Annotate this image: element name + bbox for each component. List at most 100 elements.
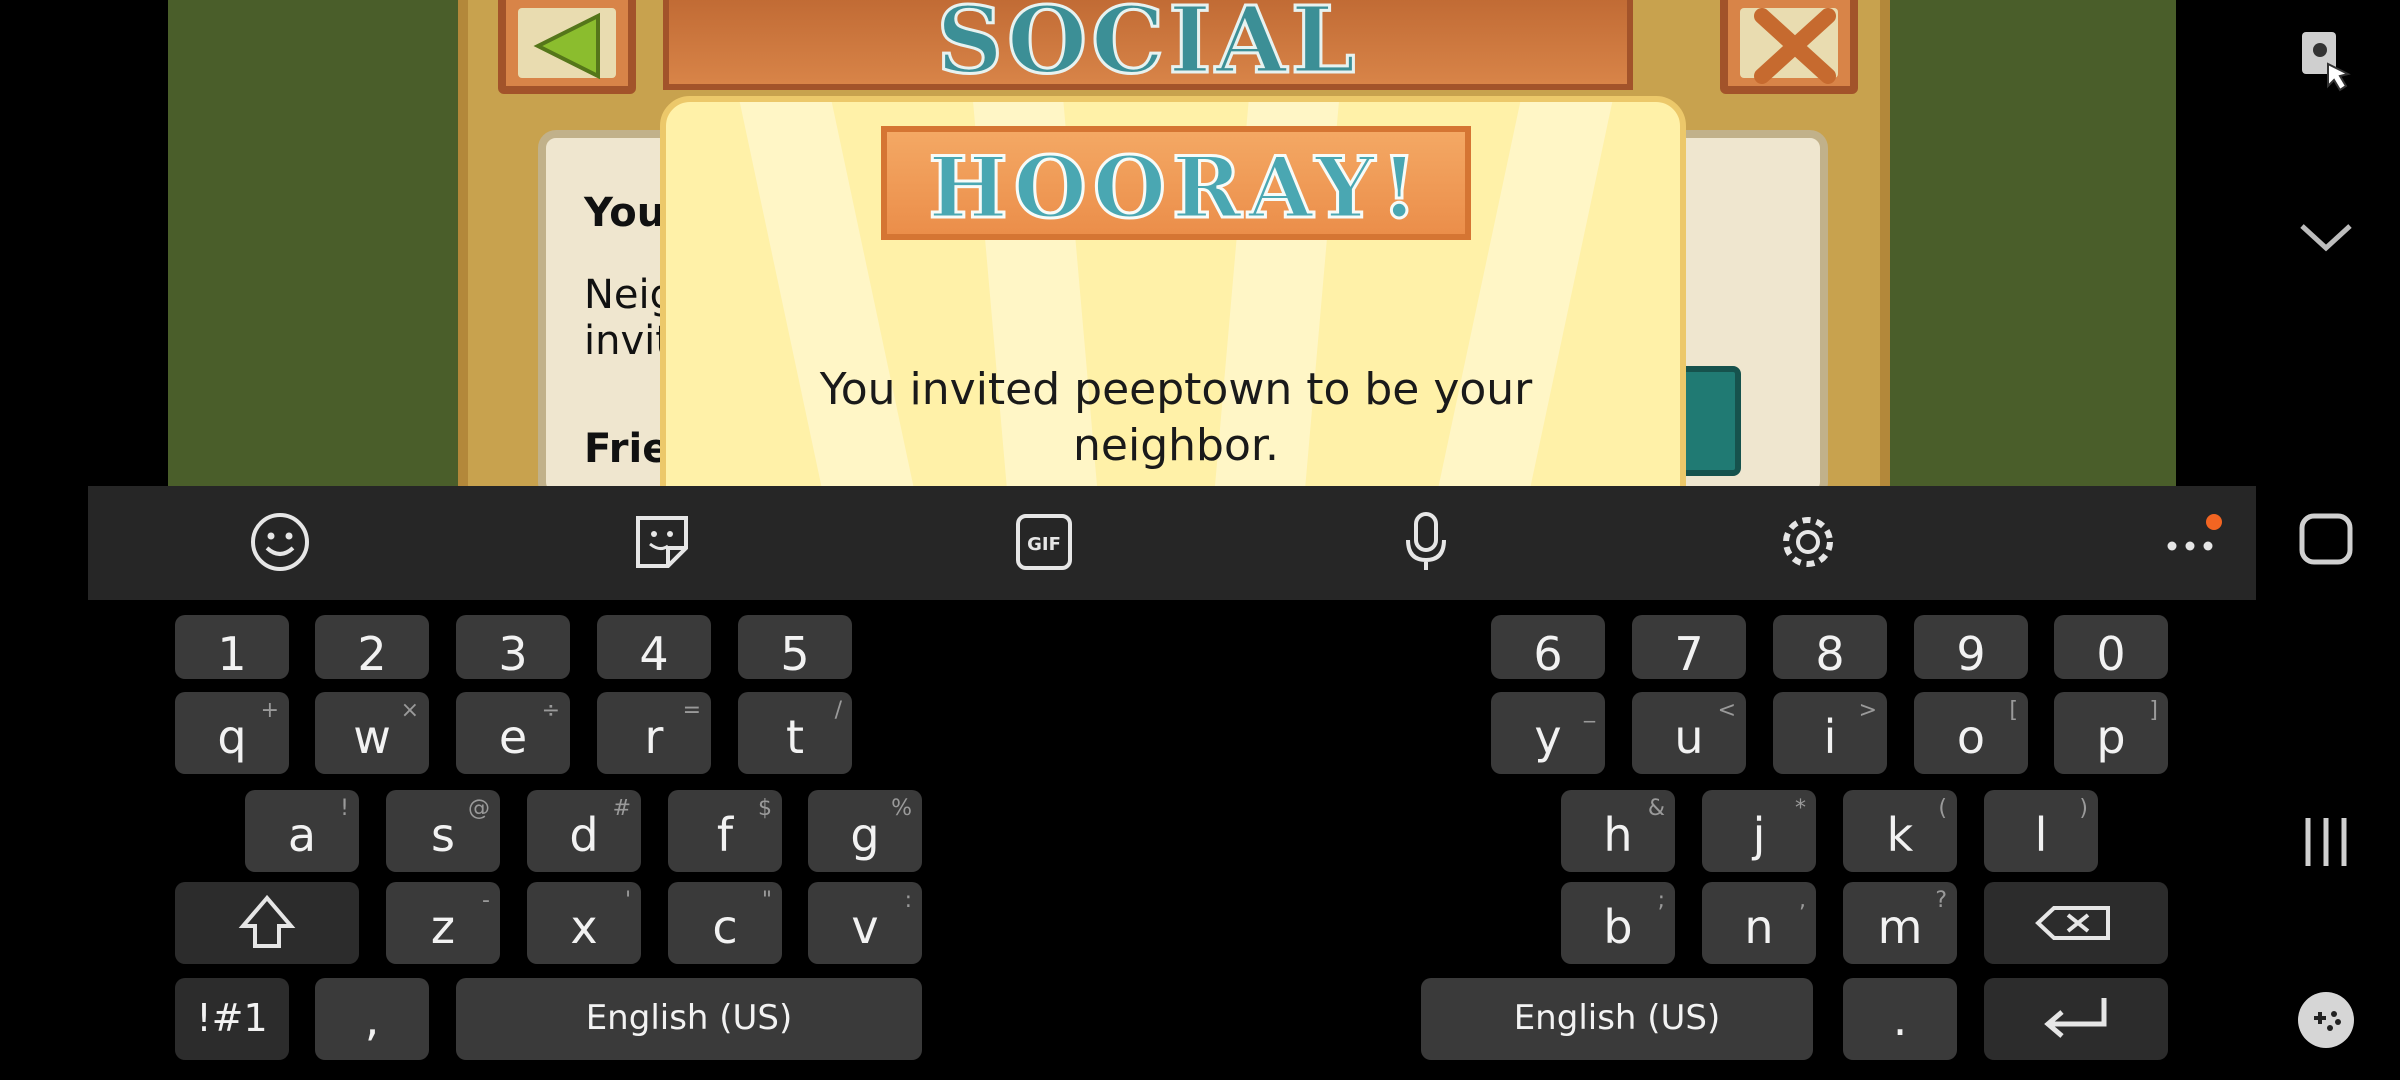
key-label: !#1 (196, 996, 268, 1040)
key-label: x (570, 900, 598, 954)
key-8[interactable]: 8 (1773, 615, 1887, 681)
key-alt-label: / (834, 698, 842, 723)
keyboard: 1 2 3 4 5 6 7 8 9 0 q + w × e ÷ r = t / y _ u <… (0, 600, 2256, 1080)
key-n[interactable]: n, (1702, 882, 1816, 964)
key-alt-label: > (1858, 698, 1877, 723)
key-x[interactable]: x ' (527, 882, 641, 964)
key-k[interactable]: k( (1843, 790, 1957, 872)
key-alt-label: @ (468, 796, 490, 821)
key-alt-label: % (891, 796, 912, 821)
backspace-key[interactable] (1984, 882, 2168, 964)
key-a[interactable]: a! (245, 790, 359, 872)
symbols-key[interactable]: !#1 (175, 978, 289, 1060)
svg-text:GIF: GIF (1027, 534, 1061, 555)
key-label: 0 (2096, 627, 2126, 681)
shift-key[interactable] (175, 882, 359, 964)
key-label: 2 (357, 627, 387, 681)
key-w[interactable]: w × (315, 692, 429, 774)
key-6[interactable]: 6 (1491, 615, 1605, 681)
key-label: 1 (217, 627, 247, 681)
key-label: , (364, 992, 380, 1046)
key-4[interactable]: 4 (597, 615, 711, 681)
key-3[interactable]: 3 (456, 615, 570, 681)
key-alt-label: ( (1938, 796, 1947, 821)
key-z[interactable]: z- (386, 882, 500, 964)
key-t[interactable]: t / (738, 692, 852, 774)
key-label: 7 (1674, 627, 1704, 681)
touch-assist-icon[interactable] (2294, 28, 2358, 96)
key-v[interactable]: v: (808, 882, 922, 964)
key-label: 8 (1815, 627, 1845, 681)
key-label: 3 (498, 627, 528, 681)
key-d[interactable]: d # (527, 790, 641, 872)
more-options-icon[interactable] (2158, 510, 2222, 574)
key-h[interactable]: h & (1561, 790, 1675, 872)
key-alt-label: + (260, 698, 279, 723)
game-tools-icon[interactable] (2294, 988, 2358, 1056)
close-button[interactable] (1720, 0, 1858, 94)
key-7[interactable]: 7 (1632, 615, 1746, 681)
key-2[interactable]: 2 (315, 615, 429, 681)
key-l[interactable]: l) (1984, 790, 2098, 872)
social-title-bar: SOCIAL (663, 0, 1633, 96)
period-key[interactable]: . (1843, 978, 1957, 1060)
sticker-icon[interactable] (630, 510, 694, 574)
key-label: 6 (1533, 627, 1563, 681)
hooray-banner: HOORAY! (881, 126, 1471, 240)
space-bar-right[interactable]: English (US) (1421, 978, 1813, 1060)
key-label: English (US) (1513, 998, 1721, 1038)
key-0[interactable]: 0 (2054, 615, 2168, 681)
key-alt-label: [ (2009, 698, 2018, 723)
emoji-icon[interactable] (248, 510, 312, 574)
key-e[interactable]: e ÷ (456, 692, 570, 774)
key-alt-label: " (761, 888, 772, 913)
key-label: 9 (1956, 627, 1986, 681)
key-alt-label: & (1647, 796, 1665, 821)
key-9[interactable]: 9 (1914, 615, 2028, 681)
key-q[interactable]: q + (175, 692, 289, 774)
key-s[interactable]: s @ (386, 790, 500, 872)
key-alt-label: $ (758, 796, 772, 821)
microphone-icon[interactable] (1394, 510, 1458, 574)
backspace-icon (2035, 906, 2110, 940)
shift-arrow-icon (238, 894, 296, 948)
home-button-icon[interactable] (2294, 508, 2358, 576)
key-u[interactable]: u < (1632, 692, 1746, 774)
key-alt-label: _ (1584, 698, 1595, 723)
key-alt-label: < (1717, 698, 1736, 723)
key-label: 4 (639, 627, 669, 681)
back-button[interactable] (498, 0, 636, 94)
enter-key[interactable] (1984, 978, 2168, 1060)
key-f[interactable]: f $ (668, 790, 782, 872)
key-1[interactable]: 1 (175, 615, 289, 681)
settings-gear-icon[interactable] (1776, 510, 1840, 574)
space-bar-left[interactable]: English (US) (456, 978, 922, 1060)
key-g[interactable]: g% (808, 790, 922, 872)
key-alt-label: = (682, 698, 701, 723)
recent-apps-icon[interactable] (2294, 810, 2358, 878)
key-label: 5 (780, 627, 810, 681)
key-label: . (1892, 992, 1908, 1046)
keyboard-toolbar: GIF (88, 486, 2256, 600)
social-title: SOCIAL (935, 0, 1360, 96)
key-i[interactable]: i > (1773, 692, 1887, 774)
neighbors-text-line2: invit (584, 318, 671, 364)
key-o[interactable]: o[ (1914, 692, 2028, 774)
key-alt-label: ) (2079, 796, 2088, 821)
chevron-down-icon[interactable] (2294, 210, 2358, 264)
key-alt-label: ÷ (541, 698, 560, 723)
key-alt-label: - (482, 888, 490, 913)
key-alt-label: ] (2149, 698, 2158, 723)
key-r[interactable]: r = (597, 692, 711, 774)
comma-key[interactable]: , (315, 978, 429, 1060)
key-alt-label: ' (624, 888, 631, 913)
key-5[interactable]: 5 (738, 615, 852, 681)
key-c[interactable]: c " (668, 882, 782, 964)
key-b[interactable]: b; (1561, 882, 1675, 964)
back-arrow-icon (533, 12, 600, 80)
key-m[interactable]: m? (1843, 882, 1957, 964)
key-y[interactable]: y _ (1491, 692, 1605, 774)
key-j[interactable]: j * (1702, 790, 1816, 872)
key-p[interactable]: p] (2054, 692, 2168, 774)
gif-icon[interactable]: GIF (1012, 510, 1076, 574)
